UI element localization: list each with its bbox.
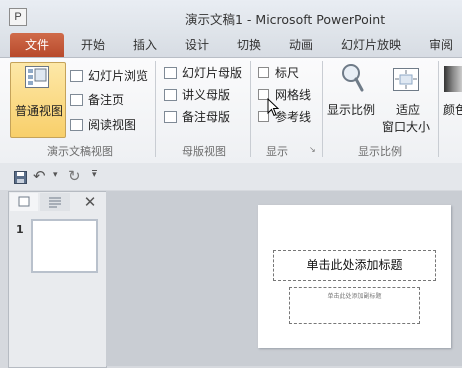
- slide-sorter-button[interactable]: 幻灯片浏览: [70, 67, 148, 85]
- normal-view-label: 普通视图: [14, 104, 63, 118]
- slides-pane: [8, 191, 107, 368]
- fit-to-window-icon[interactable]: [391, 64, 421, 94]
- slides-tab-icon: [18, 196, 30, 207]
- master-views-group-label: 母版视图: [182, 145, 226, 158]
- reading-view-button[interactable]: 阅读视图: [70, 116, 136, 134]
- zoom-label[interactable]: 显示比例: [327, 101, 375, 118]
- powerpoint-app-icon[interactable]: P: [9, 8, 27, 26]
- outline-tab-icon: [49, 197, 61, 208]
- zoom-group-label: 显示比例: [358, 145, 402, 158]
- fit-to-window-label-line1: 适应: [396, 103, 421, 117]
- ruler-checkbox-box[interactable]: [258, 67, 269, 78]
- normal-view-icon: [25, 66, 49, 88]
- notes-page-label: 备注页: [88, 93, 125, 107]
- slide-master-label: 幻灯片母版: [182, 66, 243, 80]
- customize-qat-icon[interactable]: ▾: [92, 170, 97, 180]
- notes-master-button[interactable]: 备注母版: [164, 108, 230, 126]
- window-title: 演示文稿1 - Microsoft PowerPoint: [185, 12, 386, 27]
- reading-view-icon: [70, 119, 83, 131]
- notes-page-button[interactable]: 备注页: [70, 91, 124, 109]
- ribbon-separator: [155, 61, 156, 157]
- tab-insert[interactable]: 插入: [124, 33, 166, 57]
- slide-number: 1: [16, 223, 24, 236]
- fit-to-window-label-line2: 窗口大小: [382, 120, 431, 134]
- handout-master-button[interactable]: 讲义母版: [164, 86, 230, 104]
- ribbon-separator: [250, 61, 251, 157]
- zoom-magnifier-icon[interactable]: [341, 63, 365, 93]
- ribbon-separator: [438, 61, 439, 157]
- handout-master-label: 讲义母版: [182, 88, 231, 102]
- save-icon[interactable]: [14, 171, 27, 184]
- guides-checkbox[interactable]: 参考线: [258, 108, 311, 126]
- notes-master-label: 备注母版: [182, 110, 231, 124]
- tab-slide-show[interactable]: 幻灯片放映: [334, 33, 408, 57]
- undo-icon[interactable]: ↶: [33, 167, 46, 185]
- color-grayscale-label[interactable]: 颜色: [443, 101, 462, 118]
- slide-thumbnail[interactable]: [31, 219, 98, 273]
- subtitle-placeholder[interactable]: 单击此处添加副标题: [289, 287, 420, 324]
- ruler-label: 标尺: [275, 66, 300, 80]
- color-grayscale-icon[interactable]: [444, 66, 462, 92]
- tab-transitions[interactable]: 切换: [228, 33, 270, 57]
- slide-master-icon: [164, 67, 177, 79]
- redo-icon[interactable]: ↻: [68, 167, 81, 185]
- notes-page-icon: [70, 94, 83, 106]
- tab-review[interactable]: 审阅: [420, 33, 462, 57]
- ruler-checkbox[interactable]: 标尺: [258, 64, 299, 82]
- gridlines-checkbox[interactable]: 网格线: [258, 86, 311, 104]
- slide-sorter-label: 幻灯片浏览: [88, 69, 149, 83]
- tab-file[interactable]: 文件: [10, 33, 64, 57]
- reading-view-label: 阅读视图: [88, 118, 137, 132]
- title-placeholder[interactable]: 单击此处添加标题: [273, 250, 436, 281]
- tab-home[interactable]: 开始: [72, 33, 114, 57]
- slide-sorter-icon: [70, 70, 83, 82]
- slide-master-button[interactable]: 幻灯片母版: [164, 64, 242, 82]
- show-group-label: 显示: [266, 145, 288, 158]
- tab-slides[interactable]: [10, 193, 38, 211]
- handout-master-icon: [164, 89, 177, 101]
- close-icon[interactable]: ✕: [80, 193, 100, 211]
- tab-design[interactable]: 设计: [176, 33, 218, 57]
- undo-dropdown-icon[interactable]: ▾: [53, 170, 58, 180]
- ribbon-separator: [322, 61, 323, 157]
- show-dialog-launcher-icon[interactable]: ↘: [309, 145, 316, 154]
- mouse-pointer-icon: [267, 97, 281, 121]
- tab-animations[interactable]: 动画: [280, 33, 322, 57]
- notes-master-icon: [164, 111, 177, 123]
- tab-outline[interactable]: [40, 193, 70, 211]
- presentation-views-group-label: 演示文稿视图: [47, 145, 113, 158]
